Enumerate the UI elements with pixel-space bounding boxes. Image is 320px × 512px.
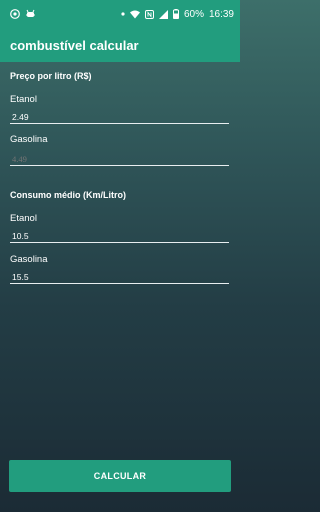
app-title: combustível calcular [10, 37, 139, 53]
battery-icon [172, 9, 179, 19]
android-debug-icon [25, 9, 36, 19]
chrome-icon [10, 9, 20, 19]
signal-icon [158, 9, 168, 19]
nfc-icon [144, 9, 154, 19]
wifi-icon [129, 10, 140, 19]
consumption-ethanol-input[interactable] [10, 229, 229, 243]
dot-icon [121, 12, 125, 16]
consumption-gasoline-input[interactable] [10, 270, 229, 284]
clock-time: 16:39 [208, 8, 234, 20]
consumption-section-title: Consumo médio (Km/Litro) [10, 190, 126, 200]
price-gasoline-input[interactable] [10, 152, 229, 166]
consumption-ethanol-label: Etanol [10, 213, 37, 224]
status-bar: 60% 16:39 [0, 0, 240, 28]
status-left [10, 9, 36, 19]
consumption-gasoline-label: Gasolina [10, 254, 48, 265]
calculate-button[interactable]: CALCULAR [9, 460, 231, 492]
status-right: 60% 16:39 [121, 9, 234, 20]
battery-percent: 60% [183, 8, 204, 20]
price-ethanol-label: Etanol [10, 94, 37, 105]
price-ethanol-input[interactable] [10, 110, 229, 124]
app-bar: combustível calcular [0, 28, 240, 62]
price-gasoline-label: Gasolina [10, 134, 48, 145]
price-section-title: Preço por litro (R$) [10, 71, 92, 81]
